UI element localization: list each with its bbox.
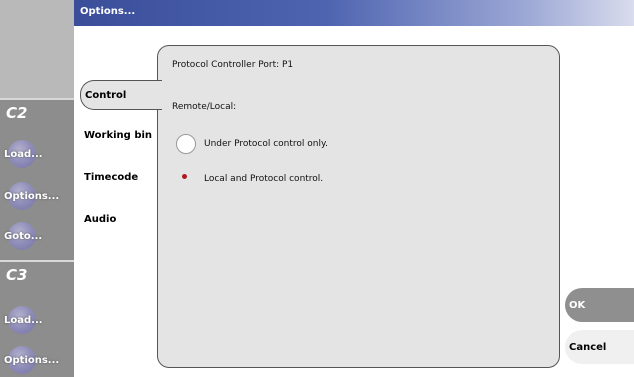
radio-under-protocol[interactable] xyxy=(176,134,196,154)
c2-options-button[interactable]: Options... xyxy=(2,180,74,212)
channel-sidebar: C2 Load... Options... Goto... C3 Load...… xyxy=(0,0,74,377)
window-title: Options... xyxy=(80,6,136,17)
channel-label: C2 xyxy=(6,104,28,122)
c2-goto-button[interactable]: Goto... xyxy=(2,220,74,252)
channel-c2: C2 Load... Options... Goto... xyxy=(0,98,74,260)
channel-c3: C3 Load... Options... xyxy=(0,260,74,377)
ok-button[interactable]: OK xyxy=(565,288,634,322)
title-bar: Options... xyxy=(74,0,634,26)
channel-label: C3 xyxy=(6,266,28,284)
tab-audio[interactable]: Audio xyxy=(80,205,160,233)
radio-local-and-protocol[interactable] xyxy=(176,168,196,188)
sidebar-top-area xyxy=(0,0,74,98)
tab-timecode[interactable]: Timecode xyxy=(80,163,160,191)
cancel-button[interactable]: Cancel xyxy=(565,330,634,364)
option-local-and-protocol-label: Local and Protocol control. xyxy=(204,174,324,184)
c3-options-button[interactable]: Options... xyxy=(2,344,74,376)
remote-local-label: Remote/Local: xyxy=(172,102,237,112)
c3-load-button[interactable]: Load... xyxy=(2,304,74,336)
c2-load-button[interactable]: Load... xyxy=(2,138,74,170)
port-label: Protocol Controller Port: P1 xyxy=(172,60,294,70)
tab-working-bin[interactable]: Working bin xyxy=(80,121,162,149)
tab-control[interactable]: Control xyxy=(80,80,162,110)
control-panel: Protocol Controller Port: P1 Remote/Loca… xyxy=(157,45,560,368)
option-under-protocol-label: Under Protocol control only. xyxy=(204,139,328,149)
